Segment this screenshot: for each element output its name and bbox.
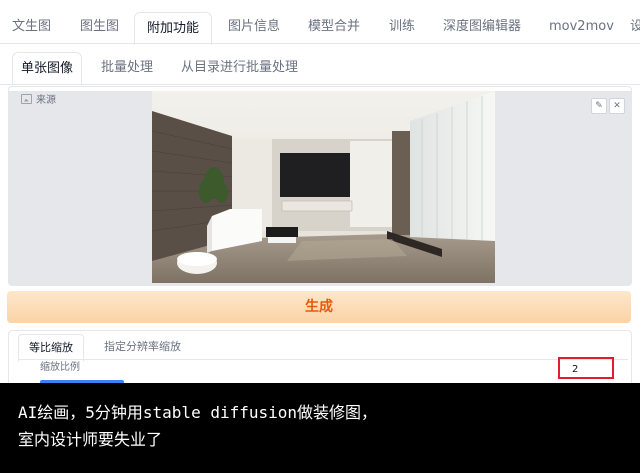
tab-img2img[interactable]: 图生图: [80, 0, 119, 44]
tab-single-image[interactable]: 单张图像: [12, 52, 83, 86]
caption-overlay: AI绘画，5分钟用stable diffusion做装修图， 室内设计师要失业了: [0, 383, 640, 473]
tab-batch-process[interactable]: 批量处理: [101, 52, 153, 84]
tab-scale-to[interactable]: 指定分辨率缩放: [104, 334, 181, 360]
generate-button[interactable]: 生成: [7, 291, 631, 323]
source-image-panel[interactable]: 来源 ✎ ✕: [8, 86, 632, 286]
tab-mov2mov[interactable]: mov2mov: [549, 0, 614, 44]
main-tab-bar: 文生图 图生图 附加功能 图片信息 模型合并 训练 深度图编辑器 mov2mov…: [0, 0, 640, 45]
close-icon[interactable]: ✕: [609, 98, 625, 114]
tab-txt2img[interactable]: 文生图: [12, 0, 51, 44]
source-label: 来源: [21, 91, 56, 106]
image-icon: [21, 93, 32, 104]
tab-settings[interactable]: 设: [630, 0, 640, 44]
image-frame: [9, 91, 631, 285]
tab-divider: [0, 43, 640, 44]
resize-ratio-label: 缩放比例: [40, 362, 80, 373]
tab-batch-from-directory[interactable]: 从目录进行批量处理: [181, 52, 298, 84]
tab-png-info[interactable]: 图片信息: [228, 0, 280, 44]
resize-ratio-input[interactable]: 2: [558, 357, 614, 379]
tab-depth-editor[interactable]: 深度图编辑器: [443, 0, 521, 44]
scale-tab-divider: [18, 359, 628, 360]
caption-line-2: 室内设计师要失业了: [18, 430, 163, 449]
edit-icon[interactable]: ✎: [591, 98, 607, 114]
caption-line-1: AI绘画，5分钟用stable diffusion做装修图，: [18, 403, 378, 422]
source-label-text: 来源: [36, 95, 56, 106]
tab-extras[interactable]: 附加功能: [134, 12, 213, 45]
subtab-divider: [0, 84, 640, 85]
tab-train[interactable]: 训练: [389, 0, 415, 44]
room-image: [152, 91, 495, 283]
tab-model-merge[interactable]: 模型合并: [308, 0, 360, 44]
